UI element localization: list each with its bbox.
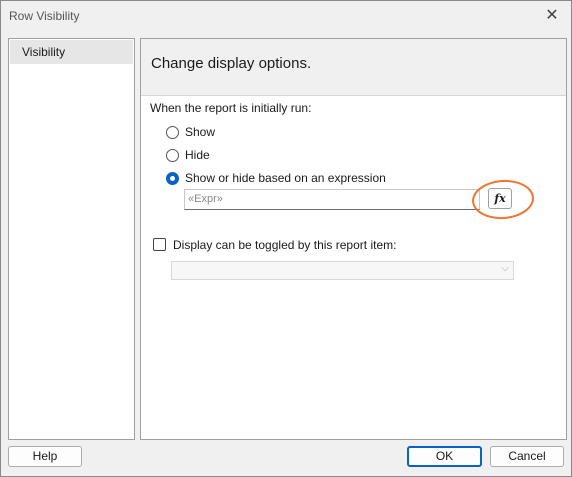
radio-button[interactable] <box>166 126 179 139</box>
content-panel: Change display options. When the report … <box>140 38 567 440</box>
page-title: Change display options. <box>151 55 312 72</box>
sidebar-item-visibility[interactable]: Visibility <box>10 40 133 64</box>
toggle-checkbox-label: Display can be toggled by this report it… <box>173 238 397 252</box>
expression-field[interactable]: «Expr» <box>184 189 480 210</box>
toggle-item-dropdown: ⌵ <box>171 261 514 280</box>
radio-label: Show or hide based on an expression <box>185 171 386 185</box>
radio-button-selected[interactable] <box>166 172 179 185</box>
cancel-button[interactable]: Cancel <box>490 446 564 467</box>
initially-run-label: When the report is initially run: <box>150 101 312 115</box>
radio-label: Show <box>185 125 216 139</box>
toggle-checkbox[interactable] <box>153 238 166 251</box>
title-bar: Row Visibility ✕ <box>1 1 571 31</box>
dialog-title: Row Visibility <box>9 9 80 23</box>
close-icon: ✕ <box>545 7 559 24</box>
annotation-circle <box>470 177 536 222</box>
help-button[interactable]: Help <box>8 446 82 467</box>
sidebar: Visibility <box>8 38 135 440</box>
ok-button[interactable]: OK <box>407 446 482 467</box>
row-visibility-dialog: Row Visibility ✕ Visibility Change displ… <box>0 0 572 477</box>
close-button[interactable]: ✕ <box>539 4 565 28</box>
radio-button[interactable] <box>166 149 179 162</box>
radio-label: Hide <box>185 148 210 162</box>
chevron-down-icon: ⌵ <box>501 263 509 274</box>
content-header: Change display options. <box>141 39 566 96</box>
sidebar-item-label: Visibility <box>22 45 66 59</box>
